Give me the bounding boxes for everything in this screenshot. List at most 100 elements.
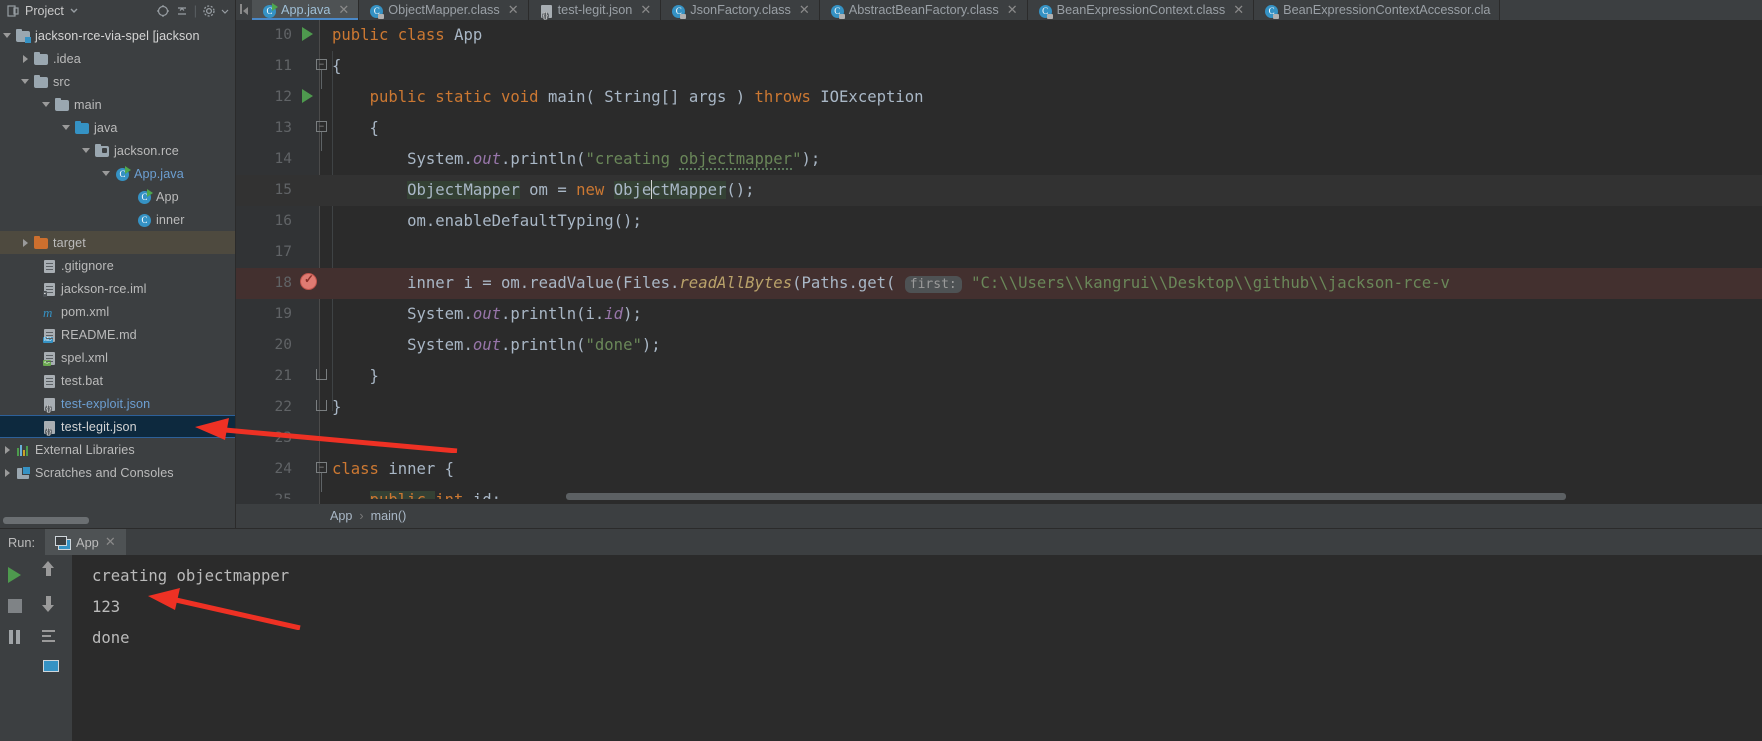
editor-line[interactable]: 19 System.out.println(i.id); xyxy=(236,299,1762,330)
tree-item-readme[interactable]: MD README.md xyxy=(0,323,235,346)
fold-open-icon[interactable]: − xyxy=(314,58,330,89)
editor-line[interactable]: 21 } xyxy=(236,361,1762,392)
scroll-down-button[interactable] xyxy=(36,590,70,621)
tree-item-target[interactable]: target xyxy=(0,231,235,254)
tab-test-legit-json[interactable]: test-legit.json ✕ xyxy=(528,0,662,20)
tree-item-label: App.java xyxy=(134,166,184,181)
expand-arrow-icon[interactable] xyxy=(2,30,13,41)
collapse-all-icon[interactable] xyxy=(175,4,189,18)
chevron-down-icon[interactable] xyxy=(69,4,83,18)
project-panel-horizontal-scrollbar[interactable] xyxy=(3,517,89,524)
project-tree[interactable]: jackson-rce-via-spel [jackson .idea src … xyxy=(0,22,235,484)
close-icon[interactable]: ✕ xyxy=(1007,2,1018,18)
package-icon xyxy=(94,143,110,159)
rerun-button[interactable] xyxy=(0,559,34,590)
gear-dropdown-chevron-icon[interactable] xyxy=(221,4,229,18)
pause-button[interactable] xyxy=(0,621,34,652)
print-button[interactable] xyxy=(36,652,70,683)
tree-item-external-libraries[interactable]: External Libraries xyxy=(0,438,235,461)
close-icon[interactable]: ✕ xyxy=(508,2,519,18)
tree-item-main[interactable]: main xyxy=(0,93,235,116)
run-tab-app[interactable]: App ✕ xyxy=(45,529,126,555)
tree-item-idea[interactable]: .idea xyxy=(0,47,235,70)
breadcrumb-method[interactable]: main() xyxy=(371,509,407,523)
editor-line[interactable]: 17 xyxy=(236,237,1762,268)
close-icon[interactable]: ✕ xyxy=(105,534,116,550)
tree-item-app-java[interactable]: C App.java xyxy=(0,162,235,185)
fold-open-icon[interactable]: − xyxy=(314,461,330,492)
editor-line[interactable]: 24 − class inner { xyxy=(236,454,1762,492)
json-file-icon xyxy=(538,3,553,20)
tree-item-iml[interactable]: ▪ jackson-rce.iml xyxy=(0,277,235,300)
editor-horizontal-scrollbar[interactable] xyxy=(566,493,1566,500)
editor-line[interactable]: 20 System.out.println("done"); xyxy=(236,330,1762,361)
editor-line[interactable]: 23 xyxy=(236,423,1762,454)
fold-close-icon[interactable] xyxy=(314,368,330,384)
fold-close-icon[interactable] xyxy=(314,399,330,415)
expand-arrow-icon[interactable] xyxy=(61,122,72,133)
soft-wrap-button[interactable] xyxy=(36,621,70,652)
tab-abstractbeanfactory-class[interactable]: C AbstractBeanFactory.class ✕ xyxy=(819,0,1028,20)
tab-jsonfactory-class[interactable]: C JsonFactory.class ✕ xyxy=(661,0,820,20)
pin-tab-icon[interactable] xyxy=(236,0,252,20)
code-editor[interactable]: 10 public class App 11 − { 12 public sta… xyxy=(236,20,1762,504)
tree-item-pom-xml[interactable]: m pom.xml xyxy=(0,300,235,323)
expand-arrow-icon[interactable] xyxy=(2,467,13,478)
line-code: System.out.println("creating objectmappe… xyxy=(407,150,821,170)
close-icon[interactable]: ✕ xyxy=(640,2,651,18)
close-icon[interactable]: ✕ xyxy=(1233,2,1244,18)
line-number: 16 xyxy=(274,213,292,229)
editor-line[interactable]: 14 System.out.println("creating objectma… xyxy=(236,144,1762,175)
tree-item-spel-xml[interactable]: <> spel.xml xyxy=(0,346,235,369)
breakpoint-verified-icon[interactable] xyxy=(300,272,318,291)
tree-item-label: pom.xml xyxy=(61,304,110,319)
tree-item-gitignore[interactable]: .gitignore xyxy=(0,254,235,277)
tree-item-class-inner[interactable]: C inner xyxy=(0,208,235,231)
locate-icon[interactable] xyxy=(156,4,170,18)
tree-item-scratches-and-consoles[interactable]: Scratches and Consoles xyxy=(0,461,235,484)
editor-line[interactable]: 13 − { xyxy=(236,113,1762,151)
line-number: 11 xyxy=(274,58,292,74)
expand-arrow-icon[interactable] xyxy=(2,444,13,455)
expand-arrow-icon[interactable] xyxy=(101,168,112,179)
editor-line[interactable]: 15 ObjectMapper om = new ObjectMapper(); xyxy=(236,175,1762,206)
tree-item-java[interactable]: java xyxy=(0,116,235,139)
close-icon[interactable]: ✕ xyxy=(338,2,349,18)
close-icon[interactable]: ✕ xyxy=(799,2,810,18)
scroll-up-button[interactable] xyxy=(36,559,70,590)
expand-arrow-icon[interactable] xyxy=(20,237,31,248)
editor-line[interactable]: 16 om.enableDefaultTyping(); xyxy=(236,206,1762,237)
fold-open-icon[interactable]: − xyxy=(314,120,330,151)
breadcrumb[interactable]: App › main() xyxy=(236,504,1762,528)
tree-item-class-app[interactable]: C App xyxy=(0,185,235,208)
run-gutter-icon[interactable] xyxy=(300,87,318,105)
tree-item-test-exploit-json[interactable]: test-exploit.json xyxy=(0,392,235,415)
editor-line[interactable]: 10 public class App xyxy=(236,20,1762,51)
expand-arrow-icon[interactable] xyxy=(81,145,92,156)
run-console-output[interactable]: creating objectmapper 123 done xyxy=(72,555,1762,741)
breadcrumb-class[interactable]: App xyxy=(330,509,352,523)
tree-item-package-jackson-rce[interactable]: jackson.rce xyxy=(0,139,235,162)
tree-item-src[interactable]: src xyxy=(0,70,235,93)
editor-line[interactable]: 18 inner i = om.readValue(Files.readAllB… xyxy=(236,268,1762,299)
editor-line[interactable]: 22 } xyxy=(236,392,1762,423)
tree-item-label: .gitignore xyxy=(61,258,114,273)
gear-icon[interactable] xyxy=(202,4,216,18)
project-view-icon[interactable] xyxy=(6,4,20,18)
line-number: 13 xyxy=(274,120,292,136)
tree-item-test-legit-json[interactable]: test-legit.json xyxy=(0,415,235,438)
tree-item-test-bat[interactable]: test.bat xyxy=(0,369,235,392)
expand-arrow-icon[interactable] xyxy=(20,53,31,64)
tab-app-java[interactable]: C App.java ✕ xyxy=(252,0,360,20)
tree-item-project-root[interactable]: jackson-rce-via-spel [jackson xyxy=(0,24,235,47)
editor-line[interactable]: 11 − { xyxy=(236,51,1762,89)
tree-item-label: jackson-rce.iml xyxy=(61,281,147,296)
stop-button[interactable] xyxy=(0,590,34,621)
tab-beanexpressioncontextaccessor-class[interactable]: C BeanExpressionContextAccessor.cla xyxy=(1254,0,1501,20)
tab-objectmapper-class[interactable]: C ObjectMapper.class ✕ xyxy=(359,0,529,20)
editor-line[interactable]: 12 public static void main( String[] arg… xyxy=(236,82,1762,113)
run-gutter-icon[interactable] xyxy=(300,25,318,43)
expand-arrow-icon[interactable] xyxy=(20,76,31,87)
expand-arrow-icon[interactable] xyxy=(41,99,52,110)
tab-beanexpressioncontext-class[interactable]: C BeanExpressionContext.class ✕ xyxy=(1027,0,1255,20)
